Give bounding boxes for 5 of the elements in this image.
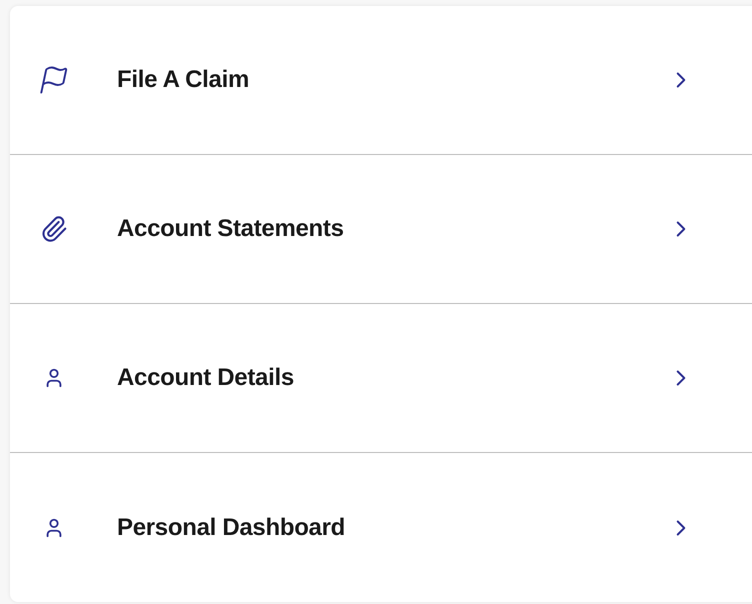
menu-item[interactable]: File A Claim: [10, 6, 752, 155]
menu-item[interactable]: Personal Dashboard: [10, 453, 752, 602]
menu-item[interactable]: Account Details: [10, 304, 752, 453]
paperclip-icon: [40, 215, 68, 243]
menu-item[interactable]: Account Statements: [10, 155, 752, 304]
